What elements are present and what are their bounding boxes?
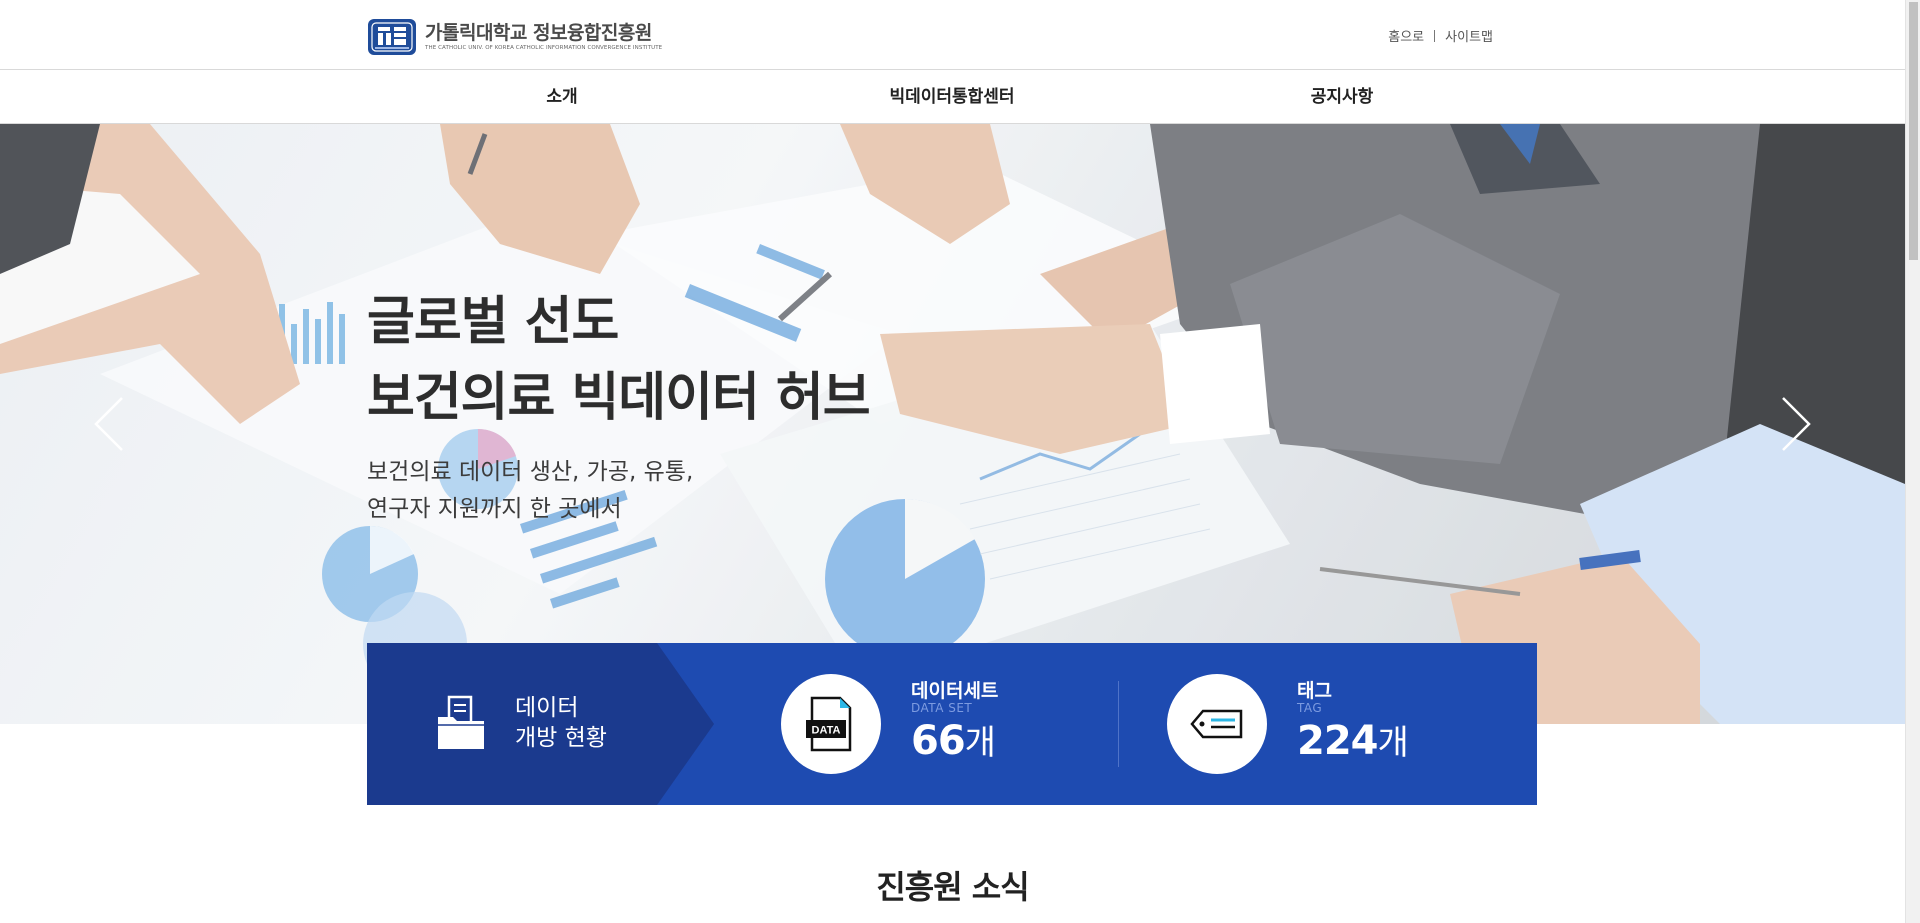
chevron-left-icon bbox=[94, 397, 123, 451]
sitemap-link[interactable]: 사이트맵 bbox=[1445, 26, 1493, 45]
utility-links: 홈으로 사이트맵 bbox=[1388, 26, 1493, 45]
hero-title-line-1: 글로벌 선도 bbox=[367, 292, 619, 352]
site-logo[interactable]: 가톨릭대학교 정보융합진흥원 THE CATHOLIC UNIV. OF KOR… bbox=[367, 18, 662, 56]
tag-label: 태그 bbox=[1297, 680, 1332, 702]
hero-slider: 글로벌 선도 보건의료 빅데이터 허브 보건의료 데이터 생산, 가공, 유통,… bbox=[0, 124, 1905, 724]
nav-item-bigdata-center[interactable]: 빅데이터통합센터 bbox=[889, 70, 1014, 124]
stats-divider bbox=[1118, 681, 1119, 767]
stats-title: 데이터 개방 현황 bbox=[515, 693, 607, 753]
scrollbar-thumb[interactable] bbox=[1909, 2, 1918, 260]
tag-icon bbox=[1190, 709, 1243, 739]
logo-english-name: THE CATHOLIC UNIV. OF KOREA CATHOLIC INF… bbox=[425, 45, 663, 51]
hero-subtitle: 보건의료 데이터 생산, 가공, 유통, 연구자 지원까지 한 곳에서 bbox=[367, 454, 693, 528]
home-link[interactable]: 홈으로 bbox=[1388, 26, 1424, 45]
hero-title-line-2: 보건의료 빅데이터 허브 bbox=[367, 368, 871, 428]
main-navigation: 소개 빅데이터통합센터 공지사항 bbox=[0, 70, 1905, 124]
tag-count[interactable]: 224개 bbox=[1297, 715, 1409, 764]
tag-count-number: 224 bbox=[1297, 718, 1378, 764]
nav-item-notice[interactable]: 공지사항 bbox=[1311, 70, 1374, 124]
dataset-icon-circle[interactable]: DATA bbox=[781, 674, 881, 774]
nav-item-intro[interactable]: 소개 bbox=[546, 70, 577, 124]
dataset-label: 데이터세트 bbox=[911, 680, 999, 702]
data-file-icon: DATA bbox=[806, 696, 852, 752]
hero-title: 글로벌 선도 보건의료 빅데이터 허브 bbox=[367, 284, 871, 436]
dataset-count[interactable]: 66개 bbox=[911, 715, 996, 764]
hero-background-image bbox=[0, 124, 1905, 724]
dataset-count-number: 66 bbox=[911, 718, 966, 764]
hero-subtitle-line-2: 연구자 지원까지 한 곳에서 bbox=[367, 496, 622, 522]
tag-icon-circle[interactable] bbox=[1167, 674, 1267, 774]
page-scrollbar[interactable] bbox=[1905, 0, 1920, 923]
hero-subtitle-line-1: 보건의료 데이터 생산, 가공, 유통, bbox=[367, 459, 694, 485]
data-open-status-bar: 데이터 개방 현황 DATA 데이터세트 DATA SET 66개 태그 TAG… bbox=[367, 643, 1537, 805]
utility-separator bbox=[1434, 29, 1436, 42]
data-file-icon-label: DATA bbox=[812, 725, 841, 737]
page: 가톨릭대학교 정보융합진흥원 THE CATHOLIC UNIV. OF KOR… bbox=[0, 0, 1920, 923]
tag-count-unit: 개 bbox=[1377, 723, 1409, 763]
dataset-count-unit: 개 bbox=[964, 723, 996, 763]
folder-document-icon bbox=[438, 695, 484, 749]
logo-korean-name: 가톨릭대학교 정보융합진흥원 bbox=[425, 22, 652, 44]
top-header: 가톨릭대학교 정보융합진흥원 THE CATHOLIC UNIV. OF KOR… bbox=[0, 0, 1905, 70]
news-section-title: 진흥원 소식 bbox=[876, 868, 1029, 906]
chevron-right-icon bbox=[1782, 397, 1811, 451]
university-emblem-icon bbox=[368, 19, 416, 55]
slider-next-button[interactable] bbox=[1775, 394, 1815, 454]
stats-title-line-2: 개방 현황 bbox=[515, 725, 607, 751]
slider-prev-button[interactable] bbox=[90, 394, 130, 454]
tag-english-label: TAG bbox=[1297, 701, 1323, 715]
stats-title-line-1: 데이터 bbox=[515, 695, 579, 721]
dataset-english-label: DATA SET bbox=[911, 701, 973, 715]
